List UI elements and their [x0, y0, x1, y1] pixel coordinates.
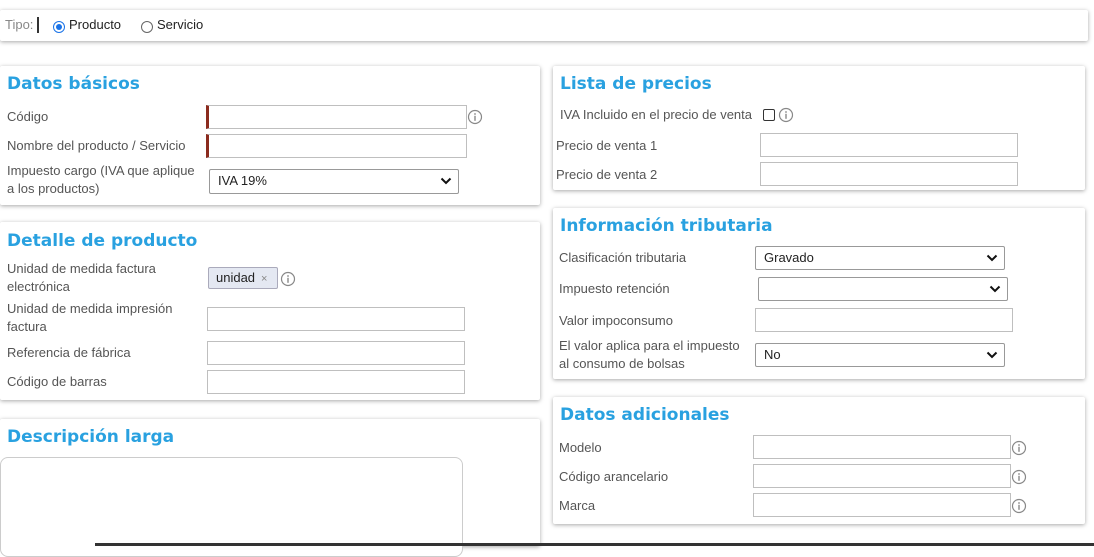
radio-servicio-label[interactable]: Servicio — [157, 16, 203, 34]
tipo-divider — [37, 17, 39, 33]
precios-title: Lista de precios — [560, 74, 712, 94]
chevron-down-icon — [989, 285, 1001, 293]
tipo-bar: Tipo: Producto Servicio — [0, 10, 1088, 41]
codigo-info-icon[interactable] — [467, 109, 483, 125]
modelo-label: Modelo — [559, 440, 602, 455]
bolsas-label-line2: al consumo de bolsas — [559, 356, 685, 371]
clasificacion-select-value: Gravado — [764, 250, 814, 265]
codigo-label: Código — [7, 109, 49, 124]
impuesto-select[interactable]: IVA 19% — [209, 169, 459, 194]
arancel-input[interactable] — [753, 464, 1011, 488]
referencia-label: Referencia de fábrica — [7, 345, 131, 360]
tributaria-card: Información tributaria Clasificación tri… — [553, 208, 1085, 379]
remove-tag-icon[interactable]: × — [261, 273, 267, 285]
precio2-label: Precio de venta 2 — [556, 167, 658, 182]
tipo-label: Tipo: — [5, 17, 34, 32]
radio-producto[interactable] — [53, 21, 65, 33]
chevron-down-icon — [986, 254, 998, 262]
unidad-info-icon[interactable] — [280, 271, 296, 287]
tributaria-title: Información tributaria — [560, 216, 773, 236]
unidad-fe-label-line1: Unidad de medida factura — [7, 261, 156, 276]
bolsas-select-value: No — [764, 347, 781, 362]
iva-info-icon[interactable] — [778, 107, 794, 123]
impuesto-select-value: IVA 19% — [218, 173, 267, 188]
nombre-input[interactable] — [206, 134, 467, 158]
bolsas-select[interactable]: No — [755, 343, 1005, 367]
impoconsumo-label: Valor impoconsumo — [559, 313, 673, 328]
unidad-fe-label-line2: electrónica — [7, 279, 70, 294]
radio-producto-label[interactable]: Producto — [69, 16, 121, 34]
iva-incluido-checkbox[interactable] — [763, 109, 775, 121]
unidad-tag-label: unidad — [216, 270, 256, 285]
datos-basicos-card: Datos básicos Código Nombre del producto… — [0, 66, 540, 205]
bolsas-label-line1: El valor aplica para el impuesto — [559, 338, 740, 353]
detalle-card: Detalle de producto Unidad de medida fac… — [0, 222, 540, 400]
retencion-label: Impuesto retención — [559, 281, 670, 296]
marca-input[interactable] — [753, 493, 1011, 517]
referencia-input[interactable] — [207, 341, 465, 365]
descripcion-textarea[interactable] — [0, 457, 463, 557]
clasificacion-label: Clasificación tributaria — [559, 250, 687, 265]
modelo-info-icon[interactable] — [1011, 440, 1027, 456]
unidad-imp-label-line2: factura — [7, 319, 47, 334]
precio2-input[interactable] — [760, 162, 1018, 186]
unidad-imp-input[interactable] — [207, 307, 465, 331]
datos-basicos-title: Datos básicos — [7, 74, 140, 94]
unidad-tag[interactable]: unidad × — [208, 267, 278, 289]
clasificacion-select[interactable]: Gravado — [755, 246, 1005, 270]
impuesto-label-line2: a los productos) — [7, 181, 100, 196]
iva-incluido-label: IVA Incluido en el precio de venta — [560, 107, 752, 122]
chevron-down-icon — [986, 351, 998, 359]
impoconsumo-input[interactable] — [755, 308, 1013, 332]
precios-card: Lista de precios IVA Incluido en el prec… — [553, 66, 1085, 190]
adicionales-title: Datos adicionales — [560, 405, 730, 425]
nombre-label: Nombre del producto / Servicio — [7, 138, 186, 153]
descripcion-card: Descripción larga — [0, 419, 540, 557]
barras-label: Código de barras — [7, 374, 107, 389]
retencion-select[interactable] — [758, 277, 1008, 301]
codigo-input[interactable] — [206, 105, 467, 129]
impuesto-label-line1: Impuesto cargo (IVA que aplique — [7, 163, 195, 178]
precio1-input[interactable] — [760, 133, 1018, 157]
modelo-input[interactable] — [753, 435, 1011, 459]
arancel-info-icon[interactable] — [1011, 469, 1027, 485]
chevron-down-icon — [440, 177, 452, 185]
detalle-title: Detalle de producto — [7, 231, 198, 251]
precio1-label: Precio de venta 1 — [556, 138, 658, 153]
marca-label: Marca — [559, 498, 596, 513]
unidad-imp-label-line1: Unidad de medida impresión — [7, 301, 173, 316]
marca-info-icon[interactable] — [1011, 498, 1027, 514]
descripcion-title: Descripción larga — [7, 427, 175, 447]
barras-input[interactable] — [207, 370, 465, 394]
adicionales-card: Datos adicionales Modelo Código arancela… — [553, 397, 1085, 524]
arancel-label: Código arancelario — [559, 469, 669, 484]
radio-servicio[interactable] — [141, 21, 153, 33]
